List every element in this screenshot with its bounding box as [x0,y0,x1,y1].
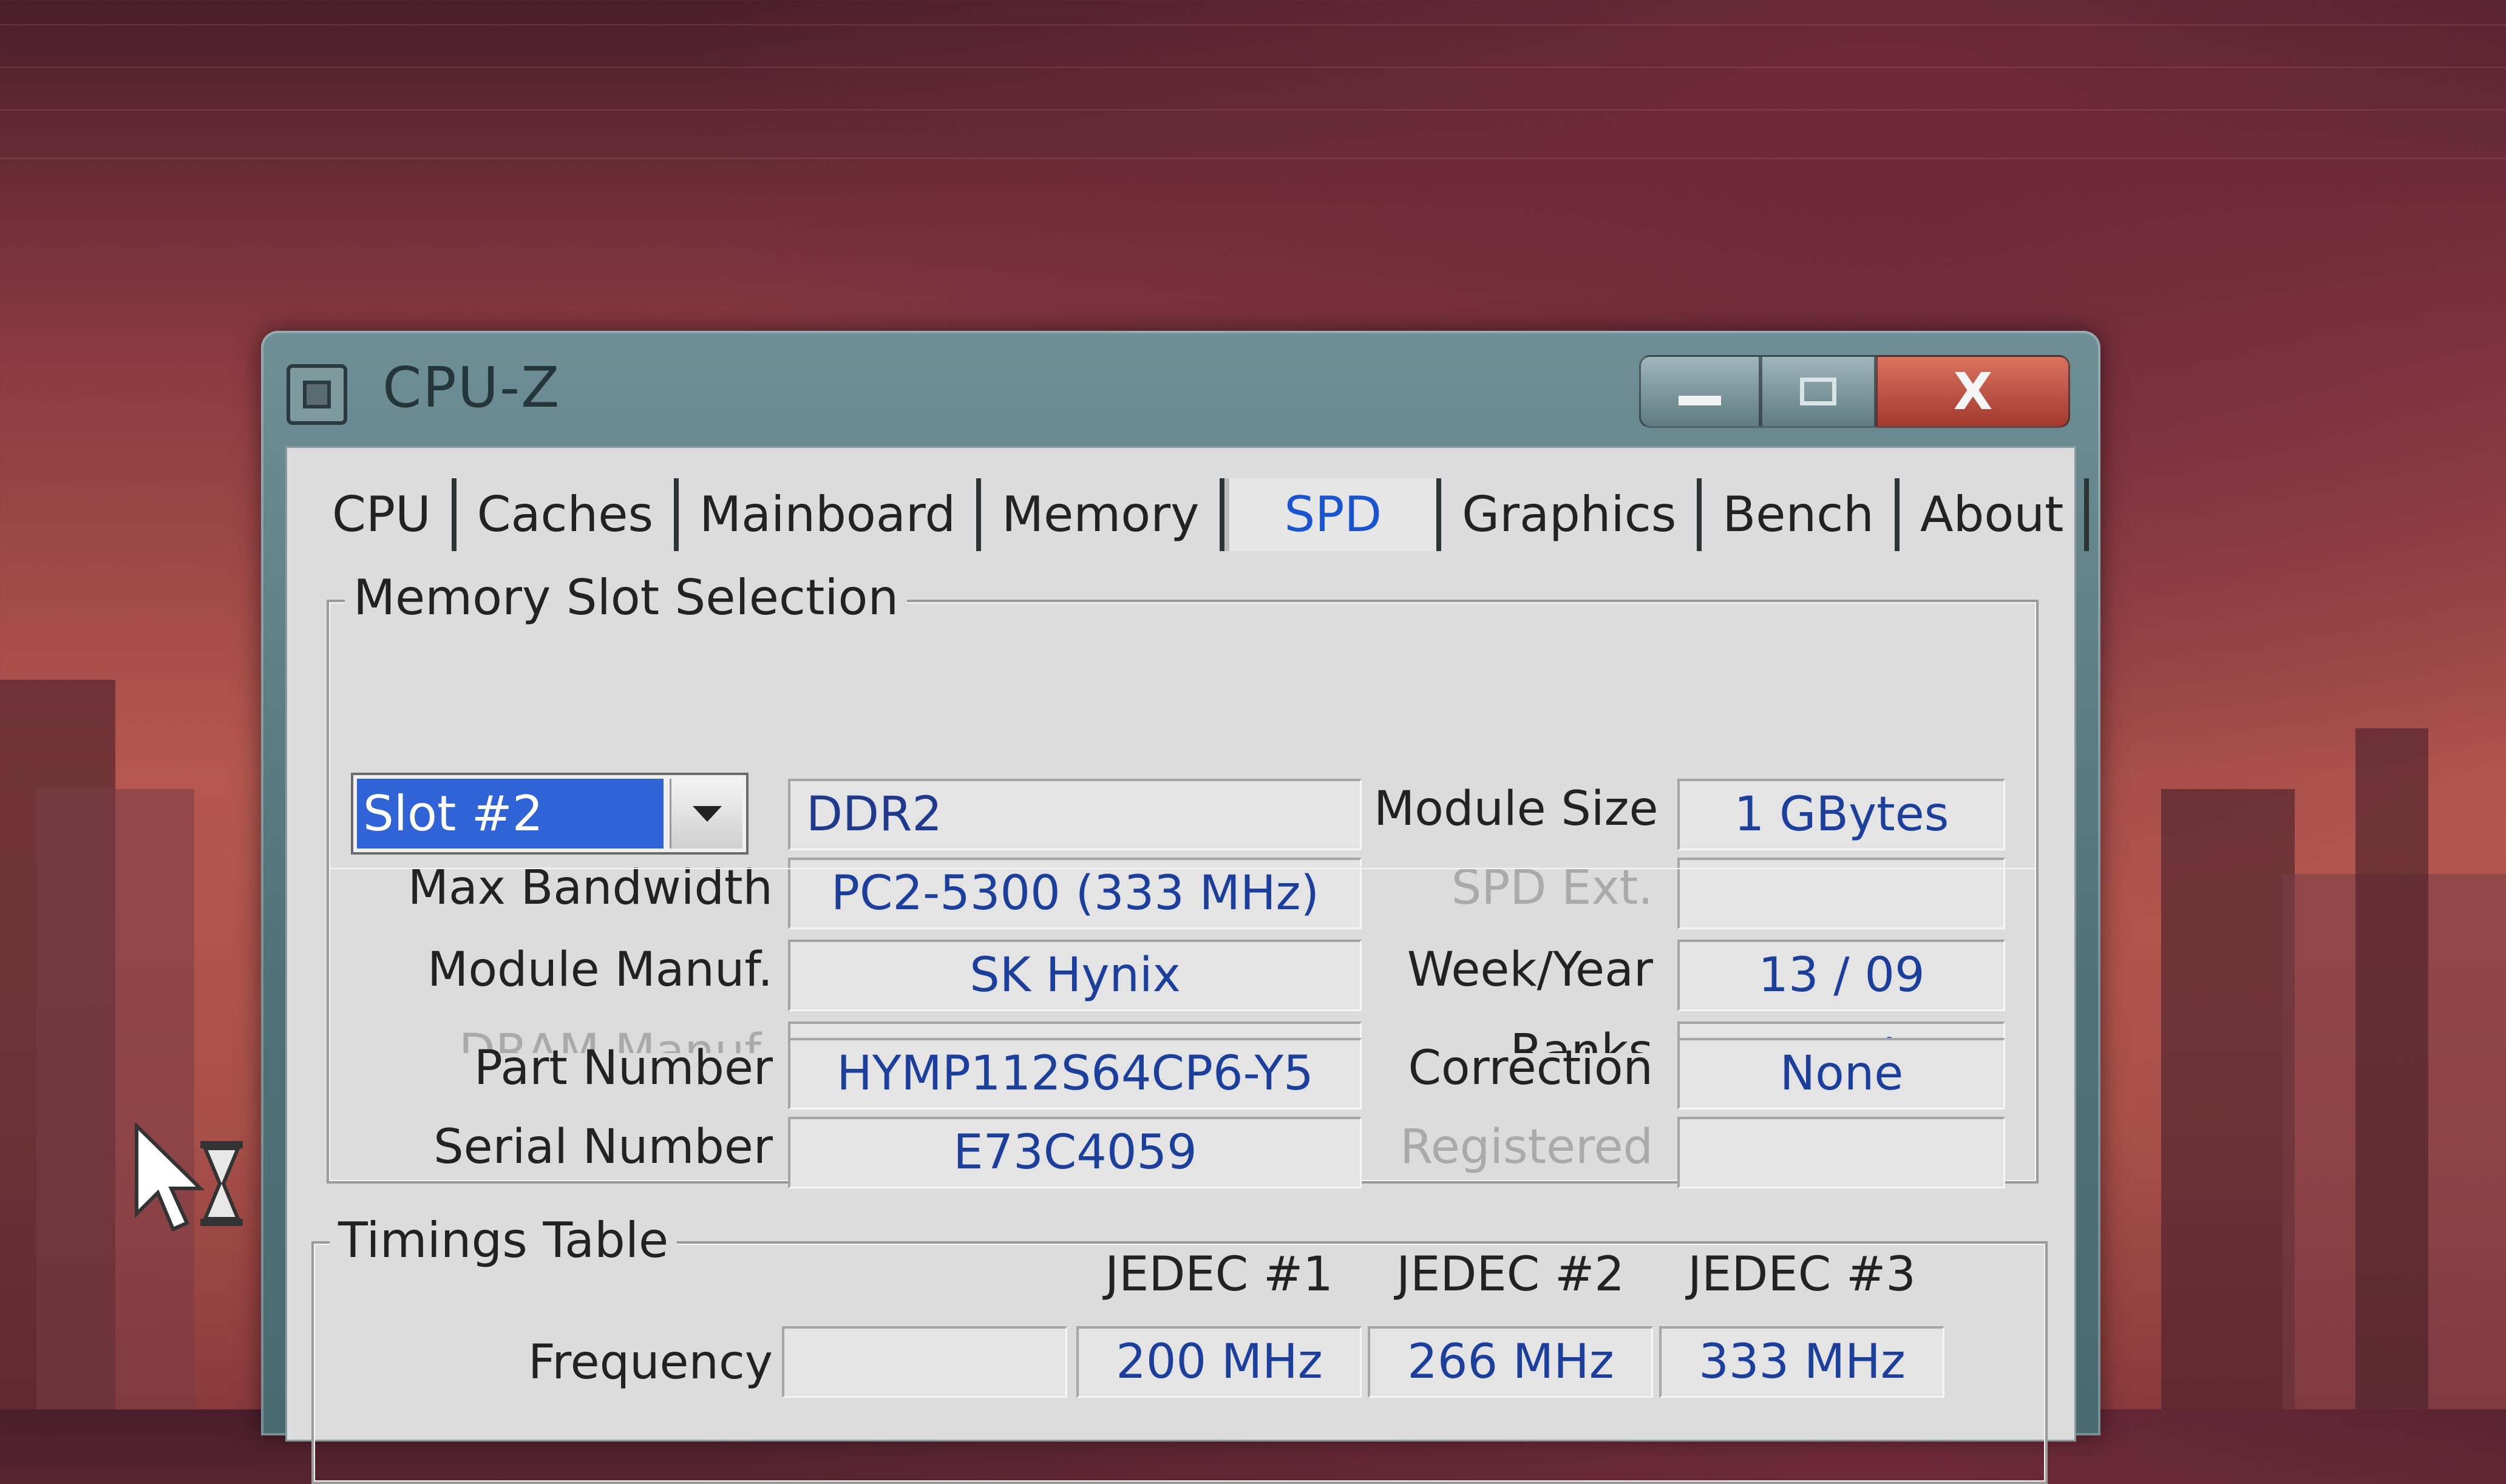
module-size-label: Module Size [1374,782,1659,836]
timings-table-label: Timings Table [330,1212,677,1269]
tab-bar: CPU Caches Mainboard Memory SPD Graphics… [311,472,2090,551]
close-button[interactable]: X [1876,355,2070,428]
module-size-value: 1 GBytes [1677,779,2005,850]
slot-select[interactable]: Slot #2 [351,773,749,855]
busy-cursor-icon [135,1123,243,1232]
tab-caches[interactable]: Caches [457,478,679,551]
jedec-3-header: JEDEC #3 [1688,1247,1916,1302]
frequency-label: Frequency [528,1335,773,1390]
memory-slot-selection-label: Memory Slot Selection [345,569,908,626]
registered-label: Registered [1400,1120,1653,1174]
frequency-blank-cell [782,1326,1067,1398]
tab-mainboard[interactable]: Mainboard [679,478,982,551]
tab-cpu[interactable]: CPU [311,478,457,551]
jedec-2-header: JEDEC #2 [1396,1247,1625,1302]
title-bar[interactable]: CPU-Z X [261,331,2100,446]
window-title: CPU-Z [382,355,561,420]
frequency-jedec-3: 333 MHz [1659,1326,1944,1398]
tab-memory[interactable]: Memory [981,478,1225,551]
correction-value: None [1677,1038,2005,1110]
correction-label: Correction [1408,1041,1653,1096]
maximize-icon [1800,378,1836,405]
tab-bench[interactable]: Bench [1702,478,1900,551]
serial-number-label: Serial Number [433,1120,773,1174]
tab-about[interactable]: About [1900,478,2090,551]
slot-select-value: Slot #2 [357,779,664,849]
serial-number-value: E73C4059 [788,1117,1362,1188]
jedec-1-header: JEDEC #1 [1105,1247,1333,1302]
registered-value [1677,1117,2005,1188]
minimize-icon [1679,396,1721,405]
part-number-label: Part Number [474,1041,773,1096]
minimize-button[interactable] [1639,355,1761,428]
chevron-down-icon[interactable] [670,779,742,849]
part-number-value: HYMP112S64CP6-Y5 [788,1038,1362,1110]
maximize-button[interactable] [1761,355,1876,428]
lower-panel: Part Number HYMP112S64CP6-Y5 Serial Numb… [285,868,2076,1484]
memory-type-value: DDR2 [788,779,1362,850]
frequency-jedec-1: 200 MHz [1076,1326,1362,1398]
tab-spd[interactable]: SPD [1224,478,1442,551]
close-icon: X [1953,362,1993,421]
cpu-chip-icon [287,364,347,425]
frequency-jedec-2: 266 MHz [1368,1326,1653,1398]
tab-graphics[interactable]: Graphics [1441,478,1702,551]
